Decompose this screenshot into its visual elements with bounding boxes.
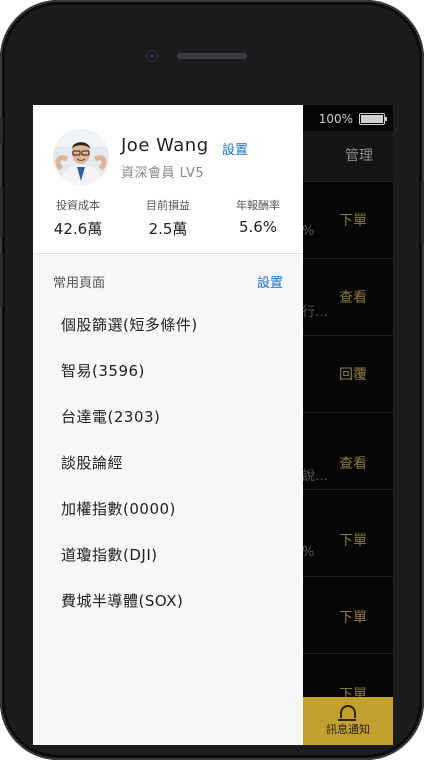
stats-row: 投資成本 42.6萬 目前損益 2.5萬 年報酬率 5.6% — [33, 197, 303, 239]
row-action-button[interactable]: 下單 — [339, 530, 367, 550]
avatar-image — [53, 129, 109, 185]
volume-down-button — [0, 254, 3, 306]
phone-frame: 100% 管理 % 下單 行… 查看 回覆 說… 查看 % 下單 下單 下單 訊… — [0, 0, 424, 760]
notify-tab[interactable]: 訊息通知 — [303, 697, 393, 745]
shortcut-item[interactable]: 費城半導體(SOX) — [33, 577, 303, 623]
row-action-button[interactable]: 查看 — [339, 453, 367, 473]
shortcut-list: 個股篩選(短多條件) 智易(3596) 台達電(2303) 談股論經 加權指數(… — [33, 301, 303, 623]
stat-label: 目前損益 — [146, 199, 190, 212]
stat-value: 5.6% — [238, 218, 278, 236]
row-fragment: 說… — [302, 469, 329, 484]
shortcut-item[interactable]: 談股論經 — [33, 439, 303, 485]
row-action-button[interactable]: 下單 — [339, 210, 367, 230]
bell-icon — [338, 705, 356, 721]
shortcut-item[interactable]: 加權指數(0000) — [33, 485, 303, 531]
battery-icon — [359, 113, 387, 125]
screen: 100% 管理 % 下單 行… 查看 回覆 說… 查看 % 下單 下單 下單 訊… — [33, 105, 393, 745]
avatar[interactable] — [53, 129, 109, 185]
shortcut-item[interactable]: 道瓊指數(DJI) — [33, 531, 303, 577]
shortcut-item[interactable]: 智易(3596) — [33, 347, 303, 393]
row-action-button[interactable]: 回覆 — [339, 364, 367, 384]
profile-settings-link[interactable]: 設置 — [222, 139, 248, 158]
shortcuts-settings-link[interactable]: 設置 — [257, 272, 283, 291]
profile-card: Joe Wang 設置 資深會員 LV5 投資成本 42.6萬 目前損益 2.5… — [33, 105, 303, 254]
shortcuts-title: 常用頁面 — [53, 276, 106, 291]
shortcuts-header: 常用頁面 設置 — [53, 272, 283, 291]
row-fragment: 行… — [302, 305, 329, 320]
stat-current-pl: 目前損益 2.5萬 — [123, 197, 213, 239]
stat-annual-return: 年報酬率 5.6% — [213, 197, 303, 239]
side-drawer: Joe Wang 設置 資深會員 LV5 投資成本 42.6萬 目前損益 2.5… — [33, 105, 303, 745]
stat-label: 年報酬率 — [236, 199, 280, 212]
user-name: Joe Wang — [121, 135, 209, 156]
stat-value: 2.5萬 — [148, 220, 188, 238]
battery-percent: 100% — [318, 112, 353, 126]
row-fragment: % — [302, 545, 315, 560]
mute-switch — [0, 118, 3, 144]
row-action-button[interactable]: 查看 — [339, 287, 367, 307]
user-level: 資深會員 LV5 — [121, 166, 205, 181]
manage-button[interactable]: 管理 — [345, 145, 373, 165]
stat-investment-cost: 投資成本 42.6萬 — [33, 197, 123, 239]
shortcut-item[interactable]: 台達電(2303) — [33, 393, 303, 439]
earpiece — [177, 53, 247, 59]
notify-label: 訊息通知 — [326, 723, 370, 736]
camera-icon — [146, 50, 158, 62]
stat-value: 42.6萬 — [53, 220, 103, 238]
row-action-button[interactable]: 下單 — [339, 607, 367, 627]
stat-label: 投資成本 — [56, 199, 100, 212]
status-bar: 100% — [318, 108, 387, 130]
row-fragment: % — [302, 224, 315, 239]
volume-up-button — [0, 186, 3, 238]
shortcut-item[interactable]: 個股篩選(短多條件) — [33, 301, 303, 347]
